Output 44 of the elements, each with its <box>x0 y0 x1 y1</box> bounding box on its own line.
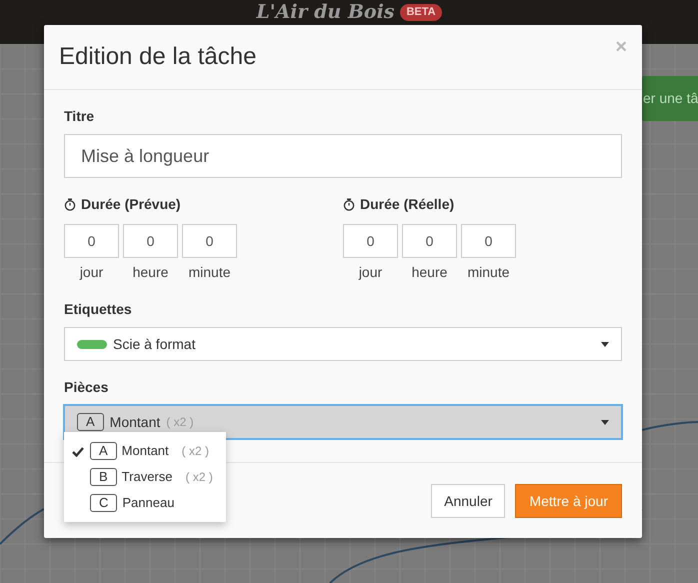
logo: L'Air du Bois <box>256 3 394 22</box>
unit-label: minute <box>187 263 232 282</box>
stopwatch-icon <box>343 198 355 211</box>
duration-label: Durée (Prévue) <box>81 195 181 214</box>
piece-name: Montant <box>110 412 160 432</box>
beta-badge: BETA <box>400 4 442 22</box>
letter-tag: A <box>90 442 117 460</box>
piece-name: Panneau <box>122 494 174 512</box>
tag-label: Scie à format <box>113 334 196 354</box>
field-label: Titre <box>64 107 94 126</box>
letter-tag: A <box>77 413 104 431</box>
tag-select[interactable]: Scie à format <box>64 327 622 361</box>
modal-title: Edition de la tâche <box>59 42 256 72</box>
piece-name: Montant <box>122 442 169 460</box>
add-task-button[interactable]: er une tâ <box>641 76 698 121</box>
title-field[interactable]: Mise à longueur <box>64 134 622 178</box>
unit-label: heure <box>410 263 448 282</box>
letter-tag: C <box>90 494 118 512</box>
piece-select[interactable]: A Montant ( x2 ) <box>64 405 622 439</box>
caret-icon <box>601 420 609 424</box>
number-field[interactable]: 0 <box>461 224 516 258</box>
piece-name: Traverse <box>122 468 172 486</box>
number-field[interactable]: 0 <box>402 224 457 258</box>
cancel-button[interactable]: Annuler <box>431 484 506 518</box>
dropdown-item[interactable]: A Montant ( x2 ) <box>64 438 226 464</box>
dropdown-item[interactable]: B Traverse ( x2 ) <box>64 464 226 490</box>
number-field[interactable]: 0 <box>64 224 119 258</box>
quantity-label: ( x2 ) <box>185 469 213 486</box>
duration-label: Durée (Réelle) <box>360 195 454 214</box>
letter-tag: B <box>90 468 117 486</box>
number-field[interactable]: 0 <box>123 224 178 258</box>
unit-label: minute <box>466 263 511 282</box>
unit-label: jour <box>78 263 104 282</box>
dropdown-item[interactable]: C Panneau <box>64 490 226 516</box>
caret-icon <box>601 342 609 346</box>
number-field[interactable]: 0 <box>343 224 398 258</box>
unit-label: heure <box>132 263 170 282</box>
stopwatch-icon <box>64 198 76 211</box>
number-field[interactable]: 0 <box>182 224 237 258</box>
unit-label: jour <box>358 263 384 282</box>
field-label: Pièces <box>64 378 108 397</box>
quantity-label: ( x2 ) <box>166 414 194 431</box>
quantity-label: ( x2 ) <box>182 443 209 460</box>
field-label: Etiquettes <box>64 300 132 319</box>
